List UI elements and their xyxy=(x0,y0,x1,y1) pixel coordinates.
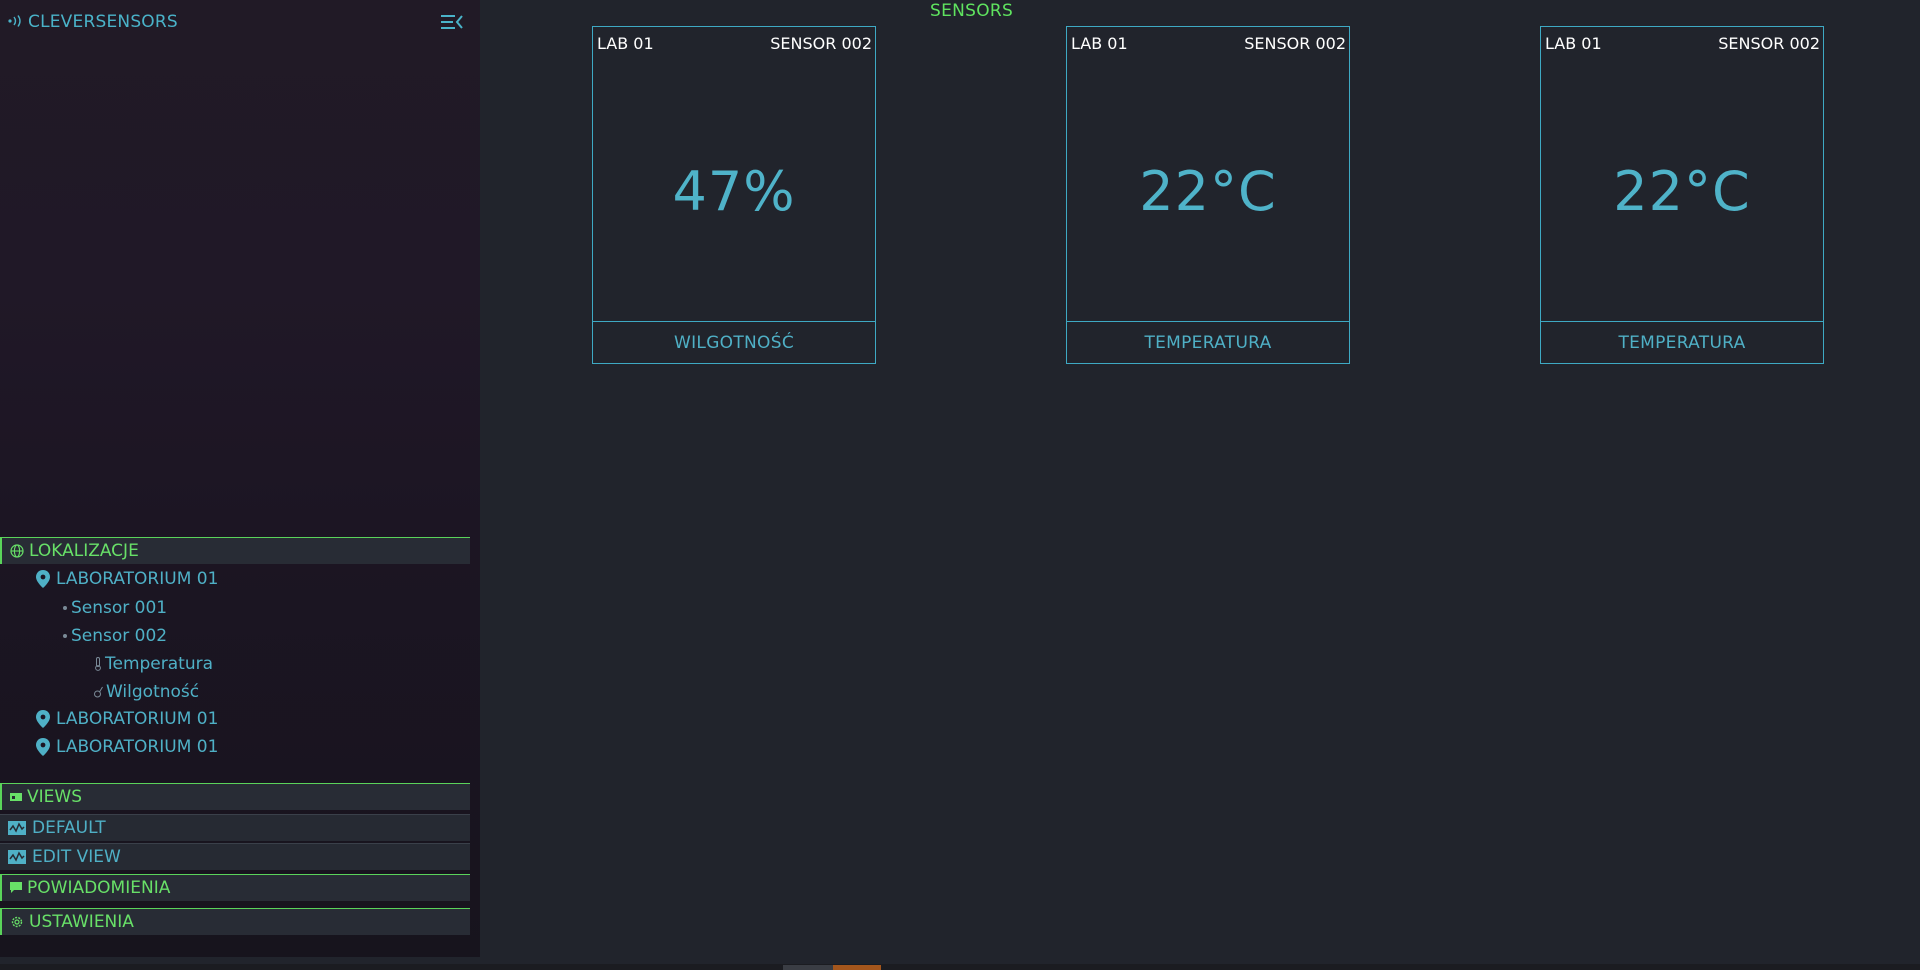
sensor-card[interactable]: LAB 01 SENSOR 002 22°C TEMPERATURA xyxy=(1066,26,1350,364)
bullet-icon xyxy=(63,634,67,638)
radio-waves-icon xyxy=(8,14,24,30)
sensor-item[interactable]: Sensor 002 xyxy=(63,626,167,646)
measurement-item-label: Temperatura xyxy=(105,654,214,674)
section-locations[interactable]: LOKALIZACJE xyxy=(0,537,470,564)
view-item-label: EDIT VIEW xyxy=(32,847,121,867)
globe-icon xyxy=(10,544,24,558)
sensor-item[interactable]: Sensor 001 xyxy=(63,598,167,618)
sensor-card[interactable]: LAB 01 SENSOR 002 47% WILGOTNOŚĆ xyxy=(592,26,876,364)
bottom-tab[interactable] xyxy=(783,965,833,970)
map-pin-icon xyxy=(36,570,50,588)
card-sensor: SENSOR 002 xyxy=(770,34,872,53)
measurement-item[interactable]: Temperatura xyxy=(94,654,213,674)
location-item-label: LABORATORIUM 01 xyxy=(56,709,219,729)
sensor-card[interactable]: LAB 01 SENSOR 002 22°C TEMPERATURA xyxy=(1540,26,1824,364)
location-item[interactable]: LABORATORIUM 01 xyxy=(36,709,218,729)
views-icon xyxy=(10,793,22,801)
section-locations-label: LOKALIZACJE xyxy=(29,541,139,561)
section-notifications-label: POWIADOMIENIA xyxy=(27,878,171,898)
bullet-icon xyxy=(63,606,67,610)
card-value: 22°C xyxy=(1139,160,1277,223)
section-views-label: VIEWS xyxy=(27,787,82,807)
chart-icon xyxy=(8,850,26,864)
message-icon xyxy=(10,882,22,893)
card-location: LAB 01 xyxy=(597,34,654,53)
location-item-label: LABORATORIUM 01 xyxy=(56,569,219,589)
card-sensor: SENSOR 002 xyxy=(1244,34,1346,53)
section-settings-label: USTAWIENIA xyxy=(29,912,134,932)
thermometer-icon xyxy=(95,657,101,671)
sensor-item-label: Sensor 002 xyxy=(71,626,168,646)
gear-icon xyxy=(11,916,23,928)
view-item-default[interactable]: DEFAULT xyxy=(0,814,470,841)
card-location: LAB 01 xyxy=(1071,34,1128,53)
card-label: TEMPERATURA xyxy=(1067,321,1349,363)
humidity-icon xyxy=(94,686,103,698)
location-item-label: LABORATORIUM 01 xyxy=(56,737,219,757)
bottom-tab-active[interactable] xyxy=(833,965,881,970)
chart-icon xyxy=(8,821,26,835)
map-pin-icon xyxy=(36,738,50,756)
card-label: TEMPERATURA xyxy=(1541,321,1823,363)
card-value: 22°C xyxy=(1613,160,1751,223)
sidebar: CLEVERSENSORS LOKALIZACJE LABORATORIUM 0… xyxy=(0,0,480,957)
section-notifications[interactable]: POWIADOMIENIA xyxy=(0,874,470,901)
menu-collapse-icon[interactable] xyxy=(440,12,464,32)
card-sensor: SENSOR 002 xyxy=(1718,34,1820,53)
section-settings[interactable]: USTAWIENIA xyxy=(0,908,470,935)
view-item-edit[interactable]: EDIT VIEW xyxy=(0,843,470,870)
brand-name: CLEVERSENSORS xyxy=(28,12,178,32)
brand[interactable]: CLEVERSENSORS xyxy=(8,12,178,32)
location-item[interactable]: LABORATORIUM 01 xyxy=(36,569,218,589)
page-title: SENSORS xyxy=(930,1,1014,21)
view-item-label: DEFAULT xyxy=(32,818,106,838)
sensor-item-label: Sensor 001 xyxy=(71,598,168,618)
card-label: WILGOTNOŚĆ xyxy=(593,321,875,363)
map-pin-icon xyxy=(36,710,50,728)
section-views[interactable]: VIEWS xyxy=(0,783,470,810)
measurement-item[interactable]: Wilgotność xyxy=(94,682,199,702)
card-location: LAB 01 xyxy=(1545,34,1602,53)
bottom-bar xyxy=(0,964,1920,970)
location-item[interactable]: LABORATORIUM 01 xyxy=(36,737,218,757)
card-value: 47% xyxy=(672,160,796,223)
measurement-item-label: Wilgotność xyxy=(106,682,200,702)
